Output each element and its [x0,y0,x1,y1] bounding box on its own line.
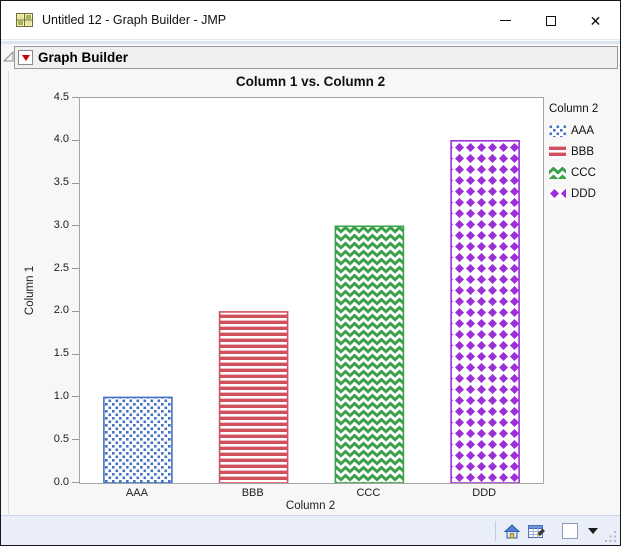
y-tick-mark [72,354,79,355]
x-tick-label-AAA: AAA [79,487,195,499]
outline-connector-line [8,71,9,514]
y-tick-mark [72,268,79,269]
maximize-button[interactable] [528,1,573,40]
legend-label: BBB [571,146,594,158]
legend-item-CCC[interactable]: CCC [549,166,598,179]
minimize-button[interactable] [483,1,528,40]
window-controls: ✕ [483,1,618,40]
legend-item-BBB[interactable]: BBB [549,145,598,158]
y-tick-label: 2.5 [35,262,69,274]
y-tick-mark [72,396,79,397]
legend-swatch-hstripes [549,146,566,158]
status-bar [1,515,620,546]
y-tick-label: 1.5 [35,347,69,359]
y-tick-label: 4.5 [35,91,69,103]
x-tick-label-DDD: DDD [426,487,542,499]
bar-AAA[interactable] [104,397,172,483]
y-tick-label: 3.5 [35,176,69,188]
bar-DDD[interactable] [451,141,519,483]
y-tick-label: 2.0 [35,304,69,316]
window-title: Untitled 12 - Graph Builder - JMP [42,13,226,27]
y-tick-label: 0.5 [35,433,69,445]
graph-builder-outline-header[interactable]: Graph Builder [14,46,618,69]
y-tick-label: 3.0 [35,219,69,231]
y-tick-label: 4.0 [35,133,69,145]
bar-CCC[interactable] [335,226,403,483]
y-tick-mark [72,439,79,440]
selection-color-box[interactable] [562,523,578,539]
legend-swatch-zigzag [549,167,566,179]
outline-title: Graph Builder [38,50,128,65]
y-tick-label: 0.0 [35,476,69,488]
jmp-window: Untitled 12 - Graph Builder - JMP ✕ Grap… [0,0,621,546]
red-triangle-menu-button[interactable] [18,50,33,65]
resize-grip[interactable] [604,530,617,543]
legend-item-DDD[interactable]: DDD [549,187,598,200]
x-axis-label[interactable]: Column 2 [79,500,542,512]
legend-swatch-dots [549,125,566,137]
status-icon-group [495,516,598,546]
y-axis-label[interactable]: Column 1 [24,98,39,483]
y-tick-mark [72,311,79,312]
y-tick-mark [72,140,79,141]
legend-label: AAA [571,125,594,137]
legend-swatch-diamonds [549,188,566,200]
maximize-icon [546,16,556,26]
y-tick-mark [72,225,79,226]
data-table-button[interactable] [528,524,546,539]
data-table-icon [528,524,546,539]
home-button[interactable] [504,524,520,539]
y-tick-mark [72,482,79,483]
status-separator [495,521,496,541]
x-tick-label-CCC: CCC [311,487,427,499]
close-icon: ✕ [590,14,602,28]
dropdown-arrow-icon[interactable] [588,528,598,534]
legend-entries: AAA BBB CCC DDD [549,124,598,200]
red-triangle-icon [22,55,30,61]
x-tick-label-BBB: BBB [195,487,311,499]
jmp-app-icon [16,12,33,28]
legend-item-AAA[interactable]: AAA [549,124,598,137]
y-tick-mark [72,183,79,184]
y-tick-label: 1.0 [35,390,69,402]
bar-chart-canvas [80,98,543,483]
legend-label: CCC [571,167,596,179]
legend: Column 2 AAA BBB CCC DDD [549,103,598,208]
legend-title: Column 2 [549,103,598,115]
home-icon [504,524,520,539]
legend-label: DDD [571,188,596,200]
bar-BBB[interactable] [220,312,288,483]
minimize-icon [500,20,511,21]
chart-title[interactable]: Column 1 vs. Column 2 [79,74,542,89]
y-tick-mark [72,97,79,98]
close-button[interactable]: ✕ [573,1,618,40]
